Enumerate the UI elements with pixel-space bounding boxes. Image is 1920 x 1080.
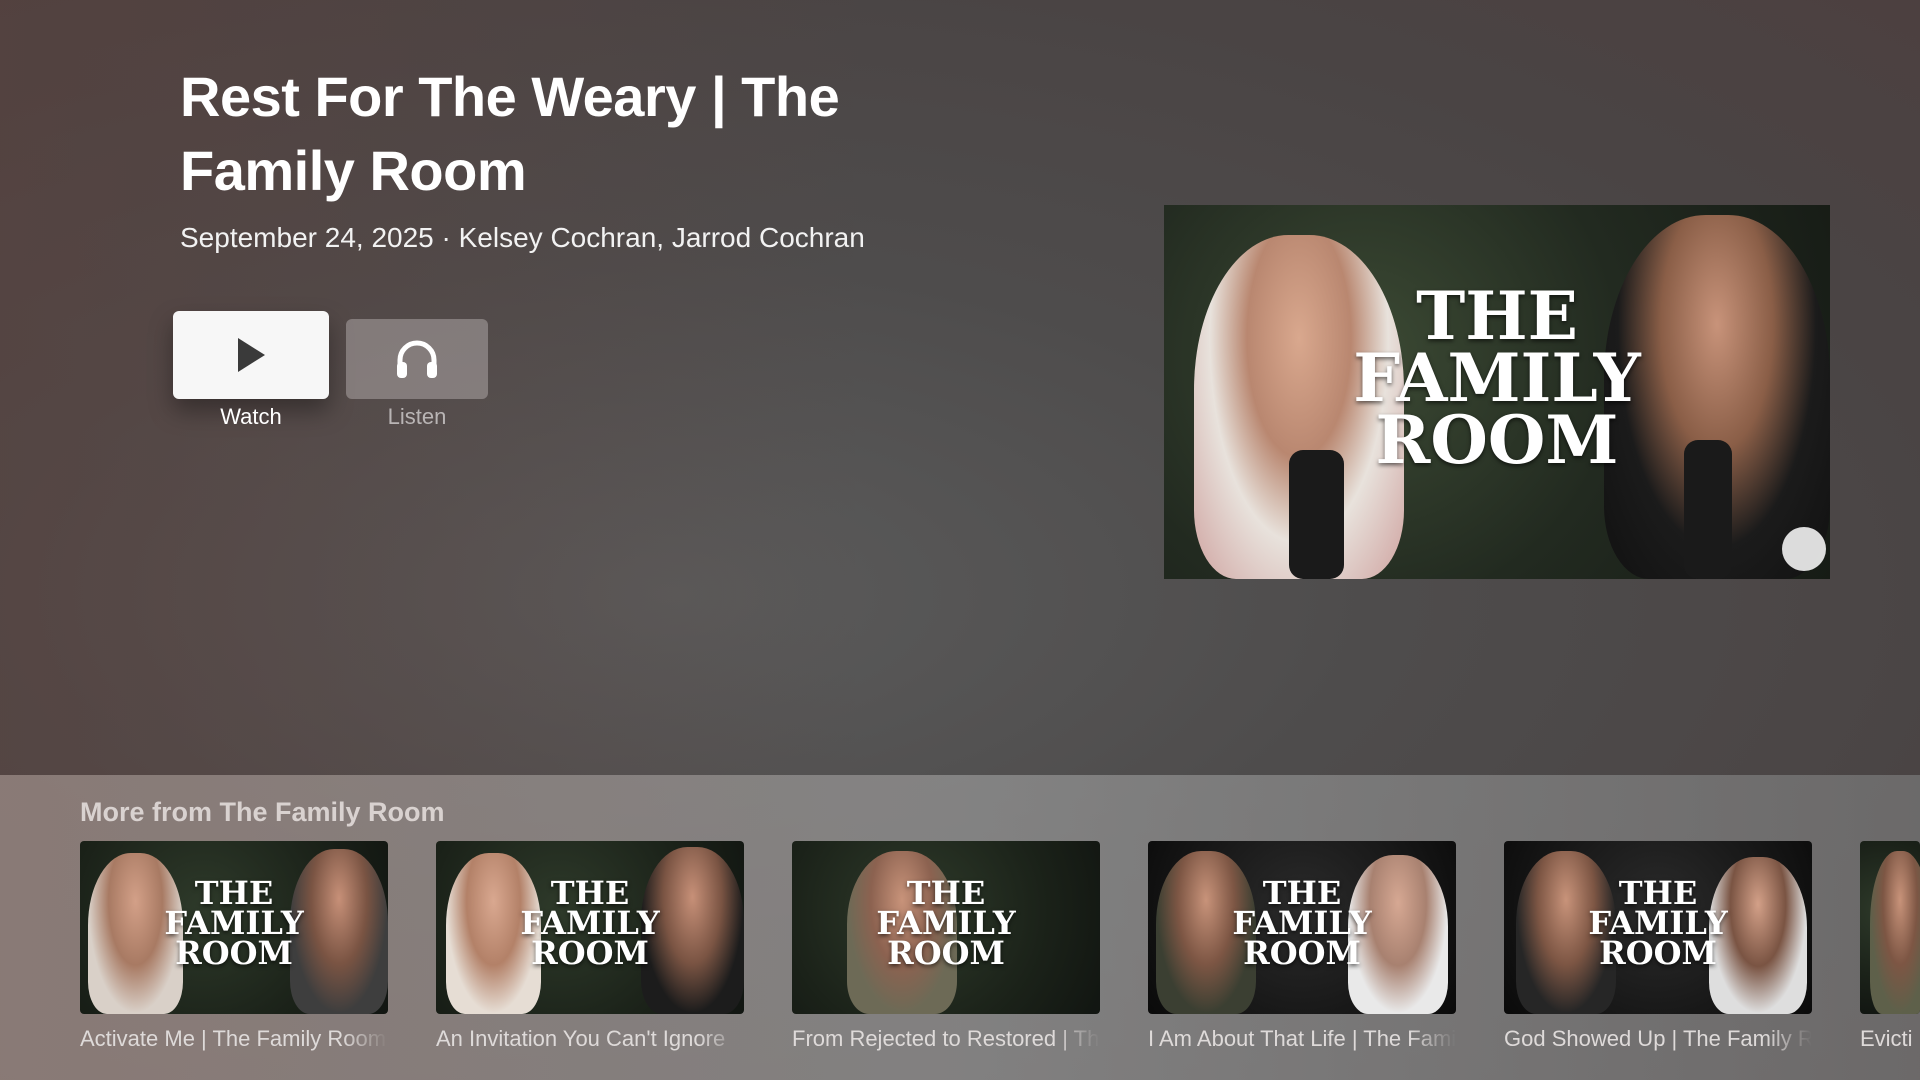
episode-card[interactable]: THE FAMILY ROOM Activate Me | The Family… [80,841,388,1052]
shelf-title: More from The Family Room [80,797,445,827]
episode-thumbnail: THE FAMILY ROOM [792,841,1100,1014]
headphones-icon [397,340,437,378]
listen-label: Listen [387,404,447,429]
watch-button[interactable] [173,311,329,399]
hero-artwork: THE FAMILY ROOM [1164,205,1830,579]
show-logo-line3: ROOM [1375,401,1619,479]
episode-meta: September 24, 2025 · Kelsey Cochran, Jar… [180,222,865,253]
episode-card[interactable]: THE FAMILY ROOM God Showed Up | The Fami… [1504,841,1812,1052]
episode-card[interactable]: Evicti [1860,841,1920,1052]
episode-thumbnail: THE FAMILY ROOM [80,841,388,1014]
episode-card-title: Activate Me | The Family Room [80,1026,387,1051]
episode-title: Rest For The Weary | The Family Room [180,65,840,202]
episode-thumbnail: THE FAMILY ROOM [1148,841,1456,1014]
episode-card[interactable]: THE FAMILY ROOM An Invitation You Can't … [436,841,744,1052]
listen-button[interactable] [346,319,488,399]
episode-card-title: I Am About That Life | The Family Room [1148,1026,1456,1051]
episode-thumbnail: THE FAMILY ROOM [436,841,744,1014]
episode-card[interactable]: THE FAMILY ROOM I Am About That Life | T… [1148,841,1456,1052]
episode-card-title: An Invitation You Can't Ignore [436,1026,726,1051]
play-icon [238,338,265,372]
episode-card[interactable]: THE FAMILY ROOM From Rejected to Restore… [792,841,1100,1052]
episode-thumbnail: THE FAMILY ROOM [1504,841,1812,1014]
episode-card-title: God Showed Up | The Family Room [1504,1026,1812,1051]
episode-card-title: Evicti [1860,1026,1913,1051]
channel-badge [1782,527,1826,571]
episode-card-title: From Rejected to Restored | The Family R… [792,1026,1100,1051]
episode-thumbnail [1860,841,1920,1014]
watch-label: Watch [220,404,282,429]
